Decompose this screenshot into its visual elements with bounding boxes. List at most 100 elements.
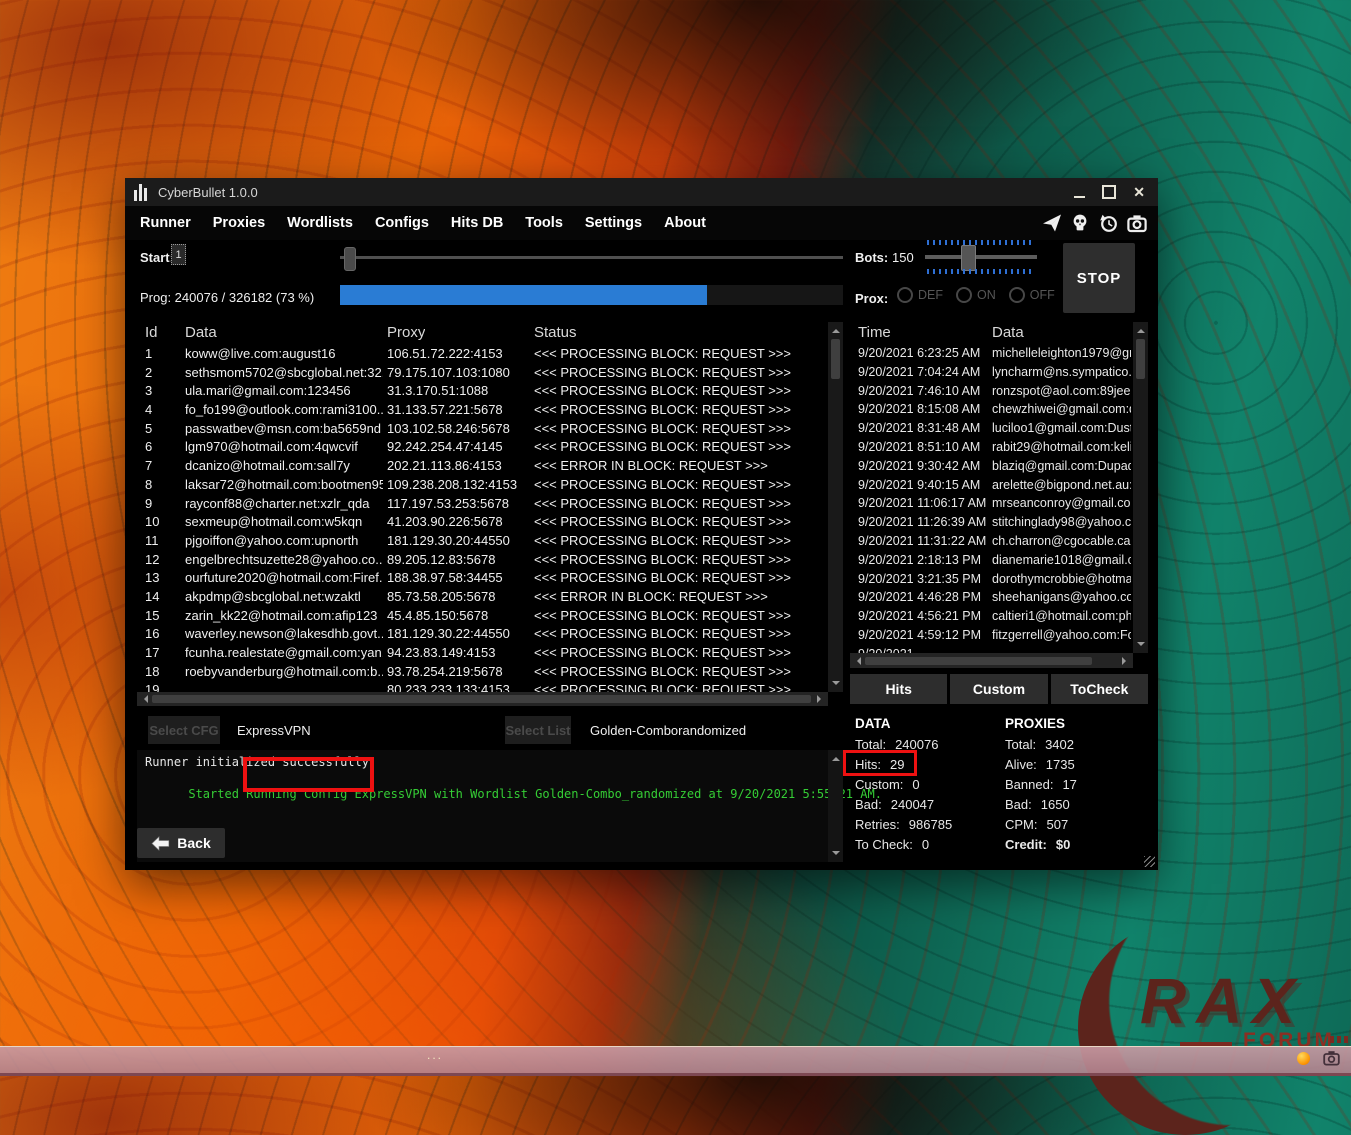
hit-row[interactable]: 9/20/2021 9:30:42 AMblaziq@gmail.com:Dup… — [850, 459, 1133, 478]
table-row[interactable]: 10sexmeup@hotmail.com:w5kqn41.203.90.226… — [137, 514, 828, 533]
start-slider[interactable] — [340, 246, 843, 270]
column-header-id[interactable]: Id — [145, 324, 158, 341]
tab-custom[interactable]: Custom — [950, 674, 1047, 704]
log-scrollbar[interactable] — [828, 750, 843, 862]
hits-horizontal-scrollbar[interactable] — [850, 653, 1133, 668]
scroll-thumb[interactable] — [152, 695, 811, 703]
column-header-data[interactable]: Data — [992, 324, 1024, 341]
scroll-down-icon[interactable] — [832, 681, 840, 689]
table-row[interactable]: 17fcunha.realestate@gmail.com:yan...94.2… — [137, 645, 828, 664]
scroll-up-icon[interactable] — [832, 325, 840, 333]
tab-tocheck[interactable]: ToCheck — [1051, 674, 1148, 704]
title-bar[interactable]: CyberBullet 1.0.0 ✕ — [125, 178, 1158, 206]
table-row[interactable]: 11pjgoiffon@yahoo.com:upnorth181.129.30.… — [137, 533, 828, 552]
select-list-button[interactable]: Select List — [505, 716, 571, 744]
tab-hits[interactable]: Hits — [850, 674, 947, 704]
menu-item-runner[interactable]: Runner — [140, 215, 191, 231]
start-input[interactable] — [171, 244, 186, 265]
send-icon[interactable] — [1042, 213, 1062, 233]
history-icon[interactable] — [1098, 213, 1119, 233]
hit-row[interactable]: 9/20/2021 6:23:25 AMmichelleleighton1979… — [850, 346, 1133, 365]
table-row[interactable]: 13ourfuture2020@hotmail.com:Firef...188.… — [137, 570, 828, 589]
hit-row[interactable]: 9/20/2021 3:21:35 PMdorothymcrobbie@hotm… — [850, 572, 1133, 591]
table-row[interactable]: 16waverley.newson@lakesdhb.govt....181.1… — [137, 626, 828, 645]
hit-row[interactable]: 9/20/2021 11:31:22 AMch.charron@cgocable… — [850, 534, 1133, 553]
scroll-down-icon[interactable] — [1137, 642, 1145, 650]
hit-row[interactable]: 9/20/2021 4:56:21 PMcaltieri1@hotmail.co… — [850, 609, 1133, 628]
scroll-thumb[interactable] — [1136, 339, 1145, 379]
table-row[interactable]: 14akpdmp@sbcglobal.net:wzaktl85.73.58.20… — [137, 589, 828, 608]
scroll-thumb[interactable] — [831, 339, 840, 379]
table-row[interactable]: 5passwatbev@msn.com:ba5659nd103.102.58.2… — [137, 421, 828, 440]
menu-item-about[interactable]: About — [664, 215, 706, 231]
menu-item-configs[interactable]: Configs — [375, 215, 429, 231]
hit-row[interactable]: 9/20/2021 4:46:28 PMsheehanigans@yahoo.c… — [850, 590, 1133, 609]
table-row[interactable]: 1koww@live.com:august16106.51.72.222:415… — [137, 346, 828, 365]
scroll-thumb[interactable] — [865, 657, 1092, 665]
table-row[interactable]: 4fo_fo199@outlook.com:rami3100...31.133.… — [137, 402, 828, 421]
scroll-down-icon[interactable] — [832, 851, 840, 859]
hit-row[interactable]: 9/20/2021 2:18:13 PMdianemarie1018@gmail… — [850, 553, 1133, 572]
hit-row[interactable]: 9/20/2021 8:51:10 AMrabit29@hotmail.com:… — [850, 440, 1133, 459]
table-row[interactable]: 2sethsmom5702@sbcglobal.net:32...79.175.… — [137, 365, 828, 384]
menu-item-wordlists[interactable]: Wordlists — [287, 215, 353, 231]
scroll-left-icon[interactable] — [853, 657, 861, 665]
minimize-button[interactable] — [1074, 196, 1085, 198]
hit-row[interactable]: 9/20/2021 8:31:48 AMluciloo1@gmail.com:D… — [850, 421, 1133, 440]
table-row[interactable]: 6lgm970@hotmail.com:4qwcvif92.242.254.47… — [137, 439, 828, 458]
taskbar-notification-dot[interactable] — [1297, 1052, 1310, 1065]
hit-row[interactable]: 9/20/2021 7:46:10 AMronzspot@aol.com:89j… — [850, 384, 1133, 403]
column-header-status[interactable]: Status — [534, 324, 577, 341]
table-row[interactable]: 9rayconf88@charter.net:xzlr_qda117.197.5… — [137, 496, 828, 515]
scroll-left-icon[interactable] — [140, 695, 148, 703]
column-header-data[interactable]: Data — [185, 324, 217, 341]
scroll-up-icon[interactable] — [832, 753, 840, 761]
prox-option-off[interactable]: OFF — [1009, 287, 1055, 303]
hits-vertical-scrollbar[interactable] — [1133, 322, 1148, 653]
table-row[interactable]: 1980.233.233.133:4153<<< PROCESSING BLOC… — [137, 682, 828, 692]
hit-row[interactable]: 9/20/2021 8:15:08 AMchewzhiwei@gmail.com… — [850, 402, 1133, 421]
back-arrow-icon — [151, 836, 170, 851]
menu-item-proxies[interactable]: Proxies — [213, 215, 265, 231]
hit-row[interactable]: 9/20/2021 4:59:12 PMfitzgerrell@yahoo.co… — [850, 628, 1133, 647]
scroll-up-icon[interactable] — [1137, 325, 1145, 333]
prox-option-def[interactable]: DEF — [897, 287, 943, 303]
taskbar[interactable]: ... — [0, 1046, 1351, 1076]
results-vertical-scrollbar[interactable] — [828, 322, 843, 692]
select-cfg-button[interactable]: Select CFG — [148, 716, 220, 744]
hit-row[interactable]: 9/20/2021 9:40:15 AMarelette@bigpond.net… — [850, 478, 1133, 497]
maximize-button[interactable] — [1102, 185, 1116, 199]
cell-data: lgm970@hotmail.com:4qwcvif — [185, 439, 383, 454]
menu-item-hits-db[interactable]: Hits DB — [451, 215, 503, 231]
prox-option-on[interactable]: ON — [956, 287, 996, 303]
cell-status: <<< PROCESSING BLOCK: REQUEST >>> — [534, 477, 826, 492]
stat-value: $0 — [1056, 837, 1070, 852]
table-row[interactable]: 3ula.mari@gmail.com:12345631.3.170.51:10… — [137, 383, 828, 402]
hit-row[interactable]: 9/20/2021 11:26:39 AMstitchinglady98@yah… — [850, 515, 1133, 534]
scroll-right-icon[interactable] — [817, 695, 825, 703]
camera-icon[interactable] — [1127, 214, 1147, 233]
stat-row: Bad:240047 — [855, 797, 952, 817]
scroll-right-icon[interactable] — [1122, 657, 1130, 665]
skull-icon[interactable] — [1070, 213, 1090, 233]
bots-slider[interactable] — [925, 240, 1037, 274]
results-horizontal-scrollbar[interactable] — [137, 692, 828, 706]
hit-row[interactable]: 9/20/2021 11:06:17 AMmrseanconroy@gmail.… — [850, 496, 1133, 515]
table-row[interactable]: 18roebyvanderburg@hotmail.com:b...93.78.… — [137, 664, 828, 683]
stop-button[interactable]: STOP — [1063, 243, 1135, 313]
slider-thumb[interactable] — [344, 247, 356, 271]
table-row[interactable]: 12engelbrechtsuzette28@yahoo.co...89.205… — [137, 552, 828, 571]
column-header-time[interactable]: Time — [858, 324, 891, 341]
table-row[interactable]: 7dcanizo@hotmail.com:sall7y202.21.113.86… — [137, 458, 828, 477]
column-header-proxy[interactable]: Proxy — [387, 324, 425, 341]
taskbar-camera-icon[interactable] — [1323, 1050, 1340, 1071]
back-button[interactable]: Back — [137, 828, 225, 858]
resize-grip[interactable] — [1144, 856, 1155, 867]
menu-item-tools[interactable]: Tools — [525, 215, 563, 231]
table-row[interactable]: 15zarin_kk22@hotmail.com:afip12345.4.85.… — [137, 608, 828, 627]
menu-item-settings[interactable]: Settings — [585, 215, 642, 231]
table-row[interactable]: 8laksar72@hotmail.com:bootmen95109.238.2… — [137, 477, 828, 496]
slider-thumb[interactable] — [961, 245, 976, 271]
hit-row[interactable]: 9/20/2021 7:04:24 AMlyncharm@ns.sympatic… — [850, 365, 1133, 384]
close-button[interactable]: ✕ — [1133, 185, 1145, 199]
